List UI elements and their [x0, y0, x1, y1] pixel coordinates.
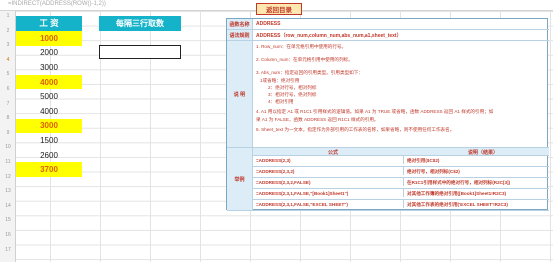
row-number[interactable]: 13 [0, 188, 16, 194]
desc-abs-4: 4：相对引用 [268, 99, 294, 105]
example-result: 对其他工作簿的绝对引用([Book1]Sheet1!R2C3) [403, 189, 506, 197]
salary-cell[interactable]: 2600 [16, 148, 82, 163]
example-row: =ADDRESS(2,3,1,FALSE,"[Book1]Sheet1") 对其他… [253, 189, 549, 200]
row-number[interactable]: 2 [0, 28, 16, 34]
example-header: 公式 说明（结果） [253, 148, 549, 156]
salary-cell[interactable]: 3000 [16, 118, 82, 134]
row-number[interactable]: 5 [0, 71, 16, 77]
header-salary[interactable]: 工 资 [16, 16, 82, 31]
row-number[interactable]: 16 [0, 232, 16, 238]
row-number[interactable]: 3 [0, 42, 16, 48]
example-header-formula: 公式 [328, 150, 339, 156]
salary-cell[interactable]: 4000 [16, 74, 82, 90]
example-result: 在R1C1引用样式中的绝对行号，相对列标(R2C[3]) [403, 178, 510, 186]
salary-cell[interactable]: 2000 [16, 46, 82, 61]
row-number[interactable]: 17 [0, 247, 16, 253]
desc-abs-num: 3. Abs_num：指定返回的引用类型。引用类型如下： [256, 70, 363, 76]
desc-abs-1: 1或省略：绝对引用 [260, 77, 300, 83]
desc-abs-3: 3：相对行号，绝对列标 [268, 92, 317, 98]
example-result: 绝对引用($C$2) [403, 156, 439, 164]
desc-column-num: 2. Column_num：在单元格引用中使用的列标。 [256, 57, 353, 63]
active-cell-cursor[interactable] [99, 45, 181, 59]
syntax-value: ADDRESS（row_num,column_num,abs_num,a1,sh… [253, 30, 549, 41]
example-formula: =ADDRESS(2,3,2) [256, 169, 295, 174]
desc-a1-line1: 4. A1 用以指定 A1 或 R1C1 引用样式的逻辑值。如果 A1 为 TR… [256, 109, 494, 115]
row-number[interactable]: 1 [0, 13, 16, 19]
example-result: 绝对行号，相对列标(C$2) [403, 167, 460, 175]
row-number[interactable]: 11 [0, 159, 16, 165]
row-number[interactable]: 6 [0, 86, 16, 92]
description-label: 说 明 [227, 41, 253, 148]
example-header-result: 说明（结果） [468, 150, 499, 156]
salary-cell[interactable]: 1500 [16, 133, 82, 148]
syntax-label: 语法规则 [227, 30, 253, 41]
function-info-panel: 函数名称 ADDRESS 语法规则 ADDRESS（row_num,column… [226, 18, 549, 211]
row-number[interactable]: 10 [0, 144, 16, 150]
description-body: 1. Row_num：在单元格引用中使用的行号。 2. Column_num：在… [253, 41, 549, 148]
row-number[interactable]: 9 [0, 130, 16, 136]
row-number[interactable]: 8 [0, 115, 16, 121]
spreadsheet-window: =INDIRECT(ADDRESS(ROW()-1,2)) 1234567891… [0, 0, 553, 262]
formula-text: =INDIRECT(ADDRESS(ROW()-1,2)) [8, 1, 106, 7]
example-row: =ADDRESS(2,3,2,FALSE) 在R1C1引用样式中的绝对行号，相对列… [253, 178, 549, 189]
example-formula: =ADDRESS(2,3) [256, 158, 291, 163]
row-number[interactable]: 7 [0, 101, 16, 107]
example-row: =ADDRESS(2,3,2) 绝对行号，相对列标(C$2) [253, 167, 549, 178]
desc-sheet-text: 5. Sheet_text 为一文本，指定作为外部引用的工作表的名称，如果省略，… [256, 126, 455, 132]
row-number[interactable]: 4 [0, 57, 16, 63]
row-headers[interactable]: 1 2 3 4 5 6 7 8 9 10 11 12 13 14 15 16 17 [0, 11, 16, 262]
row-number[interactable]: 12 [0, 174, 16, 180]
salary-cell[interactable]: 3000 [16, 60, 82, 75]
example-formula: =ADDRESS(2,3,2,FALSE) [256, 180, 311, 185]
example-row: =ADDRESS(2,3,1,FALSE,"EXCEL SHEET") 对其他工作… [253, 200, 549, 211]
example-formula: =ADDRESS(2,3,1,FALSE,"EXCEL SHEET") [256, 202, 348, 207]
desc-row-num: 1. Row_num：在单元格引用中使用的行号。 [256, 44, 347, 49]
salary-cell[interactable]: 4000 [16, 104, 82, 119]
desc-abs-2: 2：绝对行号，相对列标 [268, 84, 317, 90]
example-formula: =ADDRESS(2,3,1,FALSE,"[Book1]Sheet1") [256, 191, 349, 196]
row-number[interactable]: 14 [0, 203, 16, 209]
header-every-third-row[interactable]: 每隔三行取数 [99, 16, 181, 31]
example-row: =ADDRESS(2,3) 绝对引用($C$2) [253, 156, 549, 167]
example-label: 举例 [227, 148, 253, 211]
function-name-label: 函数名称 [227, 19, 253, 30]
desc-a1-line2: 果 A1 为 FALSE，函数 ADDRESS 返回 R1C1 样式的引用。 [256, 116, 379, 122]
row-number[interactable]: 15 [0, 217, 16, 223]
function-name-value: ADDRESS [253, 19, 549, 30]
salary-cell[interactable]: 3700 [16, 162, 82, 177]
example-result: 对其他工作表的绝对引用('EXCEL SHEET'!R2C3) [403, 200, 508, 208]
salary-cell[interactable]: 1000 [16, 31, 82, 46]
salary-cell[interactable]: 5000 [16, 89, 82, 104]
back-to-index-button[interactable]: 返回目录 [256, 3, 302, 15]
